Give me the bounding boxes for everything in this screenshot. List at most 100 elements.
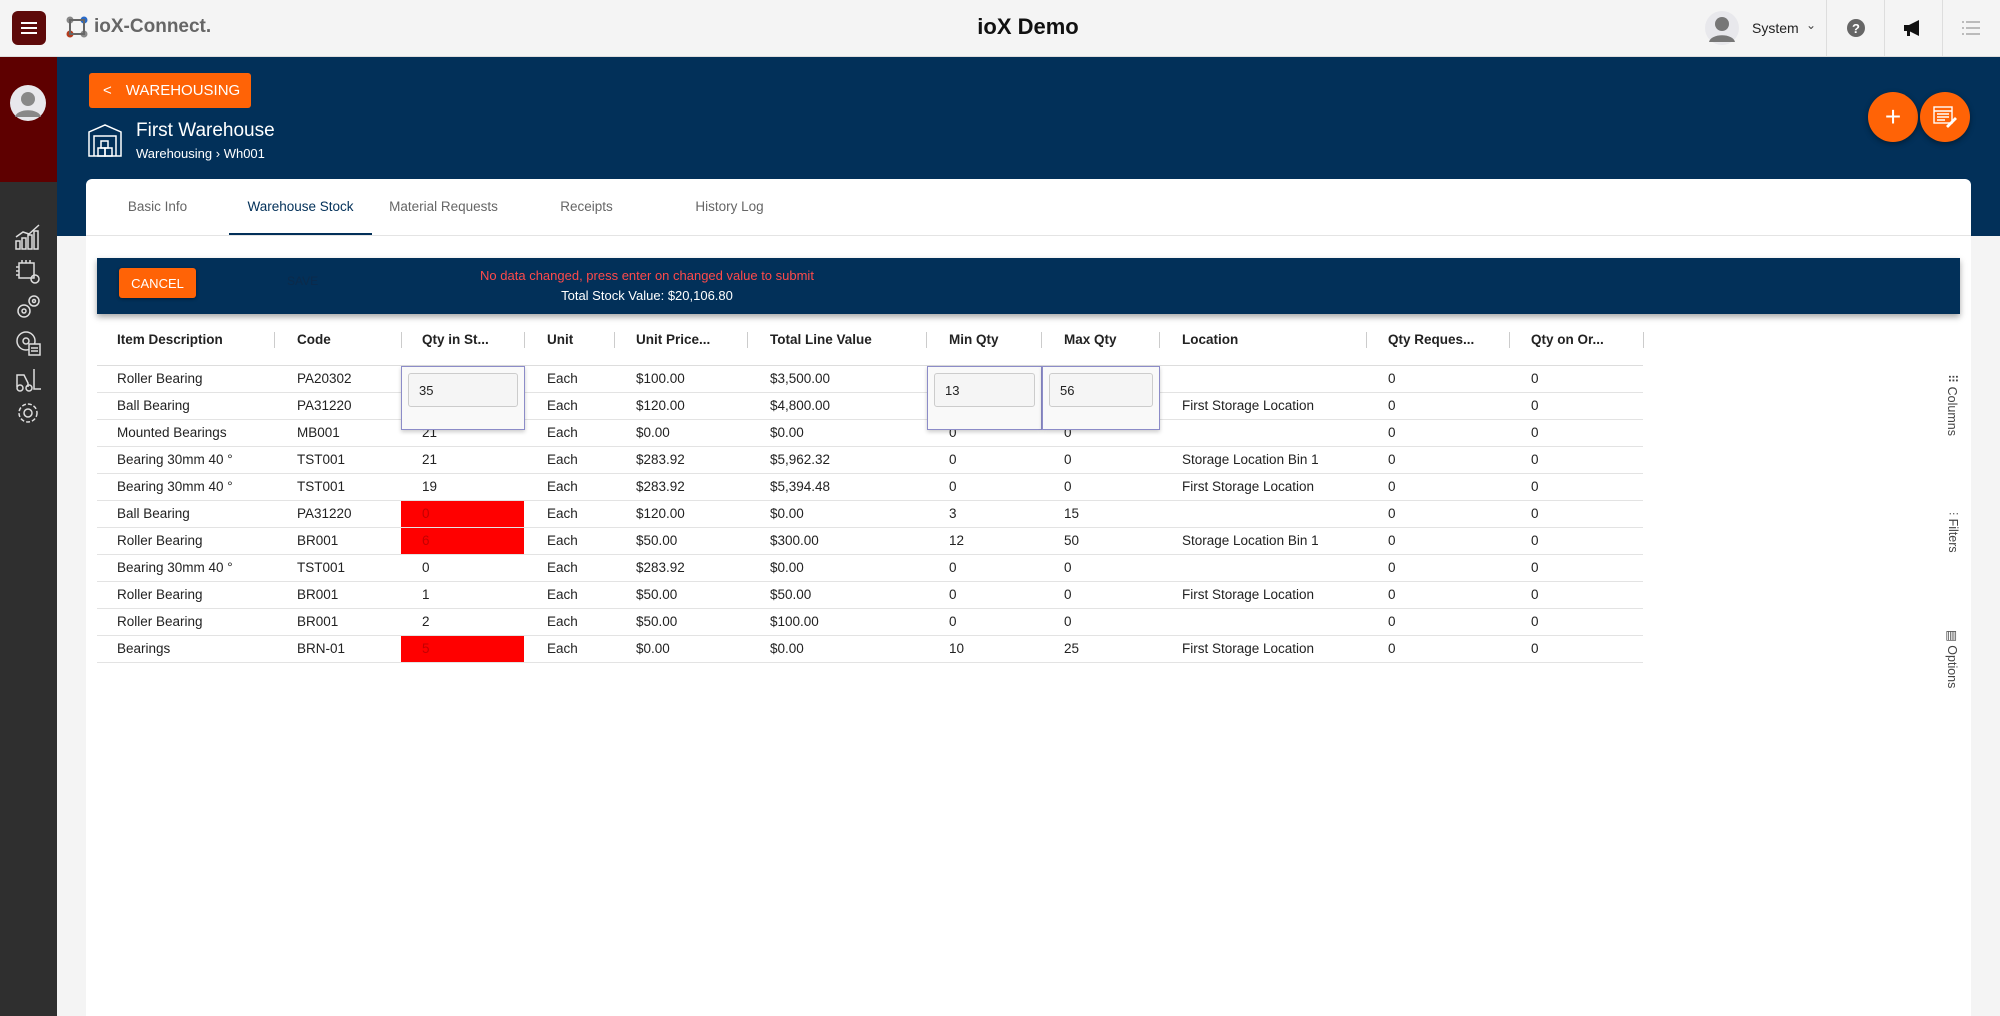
table-row[interactable]: Bearing 30mm 40 ° TST001 19 Each $283.92 $5,3…	[97, 474, 1643, 501]
forklift-icon[interactable]	[14, 365, 42, 393]
table-cell[interactable]: TST001	[297, 447, 345, 473]
table-cell[interactable]: 0	[949, 555, 957, 581]
table-row[interactable]: Bearings BRN-01 5 Each $0.00 $0.00 10 25 First S…	[97, 636, 1643, 663]
table-cell[interactable]: $283.92	[636, 447, 685, 473]
column-resize-handle[interactable]	[1041, 332, 1042, 348]
columns-panel-tab[interactable]: ⠿ Columns	[1936, 374, 1966, 444]
table-cell[interactable]: Roller Bearing	[117, 609, 203, 635]
tab-basic-info[interactable]: Basic Info	[86, 179, 229, 235]
table-row[interactable]: Roller Bearing PA20302 Each $100.00 $3,500.0…	[97, 366, 1643, 393]
table-cell[interactable]: First Storage Location	[1182, 582, 1314, 608]
table-cell[interactable]: $283.92	[636, 474, 685, 500]
table-cell[interactable]: Each	[547, 420, 578, 446]
table-cell[interactable]: $120.00	[636, 501, 685, 527]
user-name[interactable]: System	[1752, 20, 1799, 36]
table-cell[interactable]: 0	[1064, 474, 1072, 500]
table-cell[interactable]: First Storage Location	[1182, 393, 1314, 419]
column-header[interactable]: Qty in St...	[422, 330, 489, 350]
table-cell[interactable]: 2	[422, 609, 430, 635]
user-avatar[interactable]	[1705, 11, 1739, 45]
column-resize-handle[interactable]	[747, 332, 748, 348]
back-to-warehousing-button[interactable]: < WAREHOUSING	[89, 73, 251, 108]
profile-avatar[interactable]	[10, 85, 46, 121]
table-cell[interactable]: 0	[1388, 501, 1396, 527]
megaphone-icon[interactable]	[1903, 19, 1923, 37]
table-row[interactable]: Bearing 30mm 40 ° TST001 21 Each $283.92 $5,9…	[97, 447, 1643, 474]
table-cell[interactable]: 0	[422, 555, 430, 581]
column-resize-handle[interactable]	[274, 332, 275, 348]
table-cell[interactable]: Each	[547, 501, 578, 527]
table-cell[interactable]: $4,800.00	[770, 393, 830, 419]
table-cell[interactable]: $283.92	[636, 555, 685, 581]
table-cell[interactable]: 0	[1531, 609, 1539, 635]
table-cell[interactable]: Ball Bearing	[117, 393, 190, 419]
table-cell[interactable]: $3,500.00	[770, 366, 830, 392]
table-cell[interactable]: 0	[401, 501, 524, 527]
table-cell[interactable]: 0	[1531, 366, 1539, 392]
table-cell[interactable]: Each	[547, 636, 578, 662]
min-qty-input[interactable]	[934, 373, 1035, 407]
table-cell[interactable]: Each	[547, 609, 578, 635]
table-cell[interactable]: 0	[1531, 555, 1539, 581]
table-cell[interactable]: 19	[422, 474, 437, 500]
table-row[interactable]: Roller Bearing BR001 2 Each $50.00 $100.00 0 0 0…	[97, 609, 1643, 636]
table-cell[interactable]: 0	[1388, 555, 1396, 581]
table-cell[interactable]: 0	[1064, 555, 1072, 581]
table-cell[interactable]: $50.00	[636, 582, 677, 608]
table-cell[interactable]: 0	[1388, 447, 1396, 473]
table-cell[interactable]: Roller Bearing	[117, 582, 203, 608]
table-cell[interactable]: $0.00	[636, 420, 670, 446]
table-row[interactable]: Ball Bearing PA31220 0 Each $120.00 $0.00 3 15 0…	[97, 501, 1643, 528]
column-resize-handle[interactable]	[1366, 332, 1367, 348]
table-cell[interactable]: 0	[1531, 582, 1539, 608]
column-header[interactable]: Qty on Or...	[1531, 330, 1604, 350]
settings-icon[interactable]	[14, 399, 42, 427]
table-cell[interactable]: 1	[422, 582, 430, 608]
table-row[interactable]: Roller Bearing BR001 1 Each $50.00 $50.00 0 0 Fi…	[97, 582, 1643, 609]
table-cell[interactable]: $50.00	[636, 528, 677, 554]
table-cell[interactable]: 0	[949, 609, 957, 635]
table-row[interactable]: Ball Bearing PA31220 Each $120.00 $4,800.00 F…	[97, 393, 1643, 420]
cancel-button[interactable]: CANCEL	[119, 268, 196, 298]
table-cell[interactable]: 0	[1531, 501, 1539, 527]
tab-warehouse-stock[interactable]: Warehouse Stock	[229, 179, 372, 235]
table-cell[interactable]: Storage Location Bin 1	[1182, 528, 1319, 554]
table-cell[interactable]: 0	[949, 582, 957, 608]
table-cell[interactable]: 0	[1531, 636, 1539, 662]
table-cell[interactable]: TST001	[297, 555, 345, 581]
table-cell[interactable]: 0	[1388, 582, 1396, 608]
edit-form-button[interactable]	[1920, 92, 1970, 142]
table-cell[interactable]: TST001	[297, 474, 345, 500]
table-cell[interactable]: 0	[1531, 528, 1539, 554]
table-cell[interactable]: 10	[949, 636, 964, 662]
column-resize-handle[interactable]	[524, 332, 525, 348]
table-cell[interactable]: 0	[1388, 636, 1396, 662]
tab-receipts[interactable]: Receipts	[515, 179, 658, 235]
table-row[interactable]: Mounted Bearings MB001 21 Each $0.00 $0.00 0 0 0…	[97, 420, 1643, 447]
table-cell[interactable]: 12	[949, 528, 964, 554]
table-cell[interactable]: $300.00	[770, 528, 819, 554]
table-cell[interactable]: Storage Location Bin 1	[1182, 447, 1319, 473]
table-cell[interactable]: First Storage Location	[1182, 474, 1314, 500]
table-cell[interactable]: $0.00	[770, 501, 804, 527]
qty-input[interactable]	[408, 373, 518, 407]
column-header[interactable]: Unit Price...	[636, 330, 710, 350]
table-cell[interactable]: 3	[949, 501, 957, 527]
table-cell[interactable]: 0	[1531, 420, 1539, 446]
table-cell[interactable]: $0.00	[636, 636, 670, 662]
column-header[interactable]: Min Qty	[949, 330, 999, 350]
table-cell[interactable]: $5,394.48	[770, 474, 830, 500]
table-cell[interactable]: 25	[1064, 636, 1079, 662]
column-resize-handle[interactable]	[926, 332, 927, 348]
table-cell[interactable]: $0.00	[770, 636, 804, 662]
column-resize-handle[interactable]	[1159, 332, 1160, 348]
table-cell[interactable]: Bearing 30mm 40 °	[117, 474, 233, 500]
column-header[interactable]: Total Line Value	[770, 330, 872, 350]
table-cell[interactable]: Each	[547, 393, 578, 419]
table-cell[interactable]: 0	[949, 474, 957, 500]
table-cell[interactable]: 6	[401, 528, 524, 554]
table-cell[interactable]: 0	[1531, 447, 1539, 473]
table-cell[interactable]: First Storage Location	[1182, 636, 1314, 662]
table-cell[interactable]: Bearing 30mm 40 °	[117, 555, 233, 581]
chevron-down-icon[interactable]: ⌄	[1806, 18, 1816, 32]
